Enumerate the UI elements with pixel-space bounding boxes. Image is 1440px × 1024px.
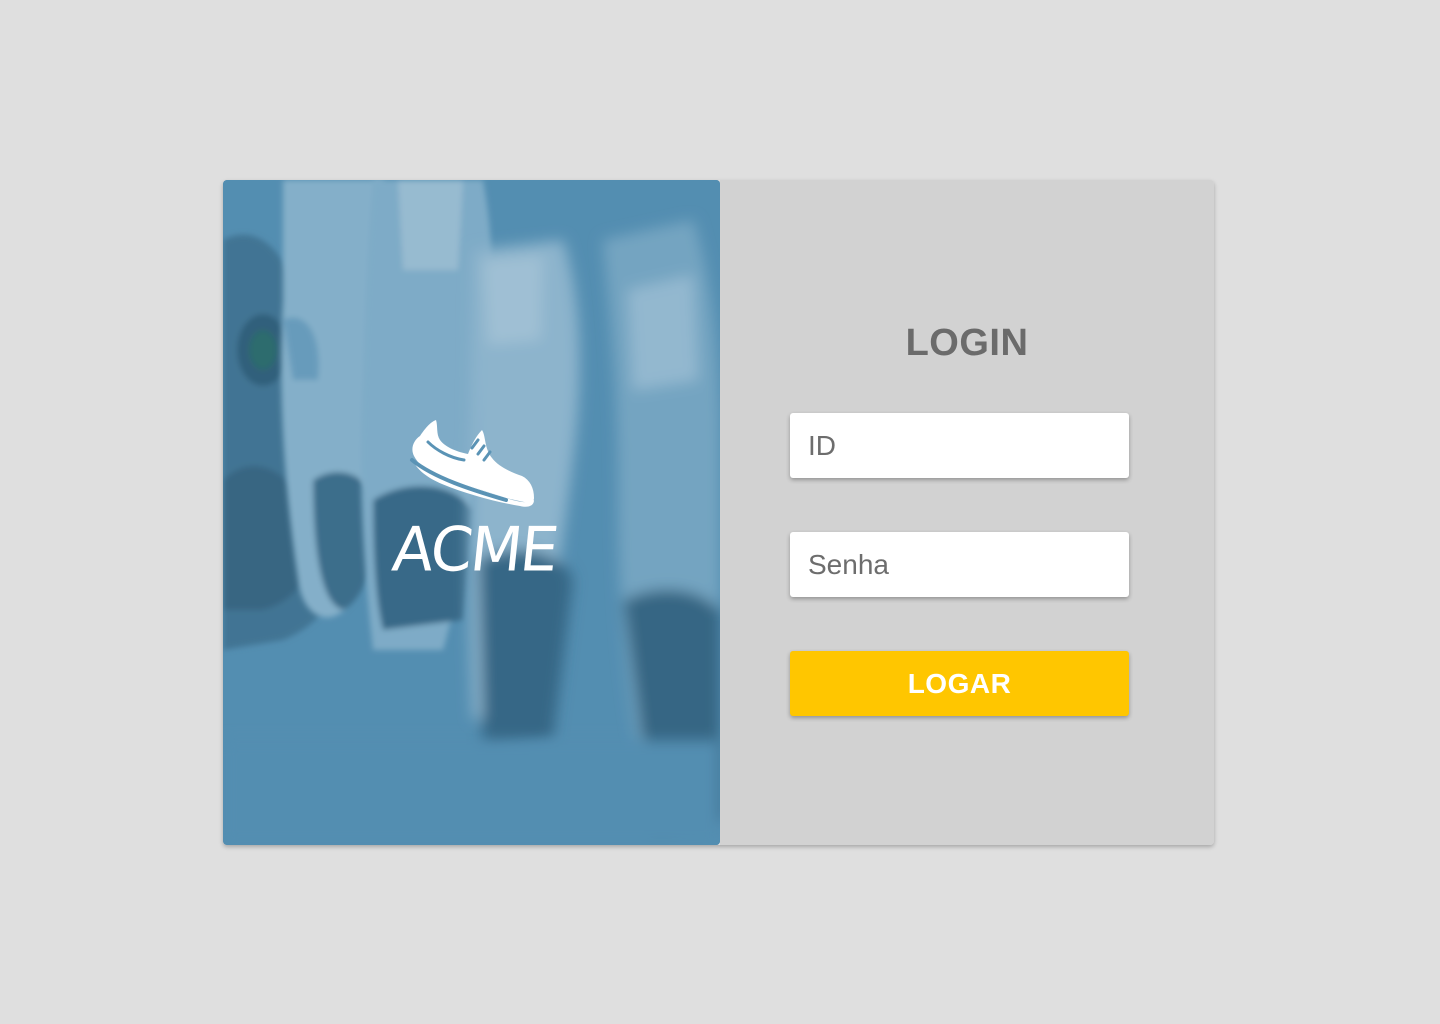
login-button[interactable]: LOGAR (790, 651, 1129, 716)
sneaker-icon (409, 420, 534, 507)
brand-hero-panel: ACME (223, 180, 720, 845)
login-title: LOGIN (905, 322, 1029, 364)
password-input[interactable] (790, 532, 1129, 597)
brand-logo: ACME (223, 418, 720, 586)
login-card: ACME LOGIN LOGAR (223, 180, 1214, 845)
login-panel: LOGIN LOGAR (720, 180, 1214, 845)
brand-name: ACME (388, 514, 561, 586)
id-input[interactable] (790, 413, 1129, 478)
